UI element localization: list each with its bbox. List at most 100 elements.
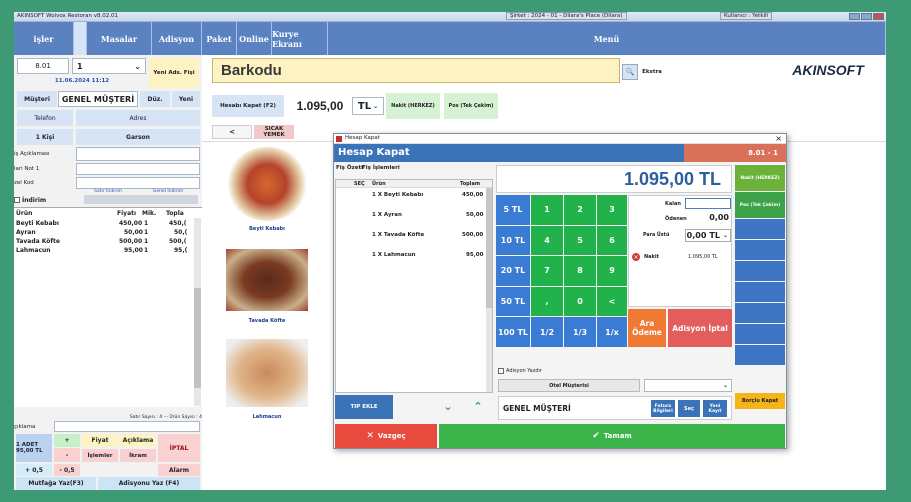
iptal-button[interactable]: İPTAL: [158, 434, 200, 462]
key-comma[interactable]: ,: [531, 286, 563, 317]
key-5tl[interactable]: 5 TL: [496, 195, 530, 225]
islemler-button[interactable]: İşlemler: [82, 449, 118, 462]
dialog-window-title: Hesap Kapat: [345, 135, 380, 141]
waiter-button[interactable]: Garson: [76, 129, 200, 145]
key-6[interactable]: 6: [597, 225, 627, 256]
close-window-button[interactable]: [873, 13, 884, 20]
side-slot[interactable]: [735, 219, 785, 239]
minimize-button[interactable]: [849, 13, 860, 20]
row-price: 500,00: [119, 238, 143, 245]
price-button[interactable]: Fiyat: [82, 434, 118, 447]
key-third[interactable]: 1/3: [564, 317, 596, 347]
key-backspace[interactable]: <: [597, 286, 627, 317]
menu-main[interactable]: Menü: [328, 22, 886, 55]
person-count[interactable]: 1 Kişi: [17, 129, 73, 145]
pos-button[interactable]: Pos (Tek Çekim): [444, 93, 498, 119]
edit-customer-button[interactable]: Düz.: [140, 91, 170, 107]
tamam-button[interactable]: ✔ Tamam: [439, 424, 785, 448]
plus-button[interactable]: +: [54, 434, 80, 447]
side-pos-button[interactable]: Pos (Tek Çekim): [735, 192, 785, 218]
key-20tl[interactable]: 20 TL: [496, 256, 530, 286]
key-2[interactable]: 2: [564, 195, 596, 225]
borclu-kapat-button[interactable]: Borçlu Kapat: [735, 393, 785, 409]
minus-button[interactable]: -: [54, 448, 80, 462]
customer-field[interactable]: GENEL MÜŞTERİ: [58, 91, 138, 107]
side-nakit-button[interactable]: Nakit (HERKEZ): [735, 165, 785, 191]
otel-select[interactable]: ⌄: [644, 379, 732, 392]
key-5[interactable]: 5: [564, 225, 596, 256]
ikram-button[interactable]: İkram: [120, 449, 156, 462]
key-3[interactable]: 3: [597, 195, 627, 225]
yeni-kayit-button[interactable]: Yeni Kayıt: [703, 400, 727, 417]
key-0[interactable]: 0: [564, 286, 596, 317]
currency-select[interactable]: TL ⌄: [352, 97, 384, 115]
minus-half-button[interactable]: - 0,5: [54, 464, 80, 476]
para-ustu-field[interactable]: 0,00 TL ⌄: [685, 229, 731, 242]
key-50tl[interactable]: 50 TL: [496, 286, 530, 317]
key-100tl[interactable]: 100 TL: [496, 317, 530, 347]
barcode-field[interactable]: Barkodu: [212, 58, 620, 83]
aciklama-button[interactable]: Açıklama: [120, 434, 156, 447]
new-receipt-button[interactable]: Yeni Ads. Fişi: [149, 58, 199, 88]
tab-fis-islemleri[interactable]: Fiş İşlemleri: [362, 165, 400, 171]
key-9[interactable]: 9: [597, 256, 627, 286]
grid-scrollbar[interactable]: [486, 188, 492, 392]
kalan-input[interactable]: [685, 198, 731, 209]
key-10tl[interactable]: 10 TL: [496, 225, 530, 256]
side-slot[interactable]: [735, 240, 785, 260]
hesabi-kapat-button[interactable]: Hesabı Kapat (F2): [212, 95, 284, 117]
sec-button[interactable]: Seç: [678, 400, 700, 417]
discount-checkbox[interactable]: İndirim: [14, 194, 80, 206]
back-button[interactable]: <: [212, 125, 252, 139]
alarm-button[interactable]: Alarm: [158, 464, 200, 476]
payment-row[interactable]: × Nakit 1.095,00 TL: [632, 250, 730, 264]
menu-kurye[interactable]: Kurye Ekranı: [272, 22, 328, 55]
key-1[interactable]: 1: [531, 195, 563, 225]
arrow-up-icon[interactable]: ⌃: [468, 398, 488, 414]
arrow-down-icon[interactable]: ⌄: [438, 398, 458, 414]
new-customer-button[interactable]: Yeni: [172, 91, 200, 107]
tab-fis-ozeti[interactable]: Fiş Özeti: [336, 165, 363, 171]
table-number: 8.01: [17, 58, 69, 74]
adisyon-iptal-button[interactable]: Adisyon İptal: [668, 309, 732, 347]
category-sicak-yemek[interactable]: SICAK YEMEK: [254, 125, 294, 139]
search-icon[interactable]: 🔍: [622, 64, 638, 80]
adisyon-yazdir-checkbox[interactable]: Adisyon Yazdır: [498, 368, 542, 374]
scroll-thumb[interactable]: [486, 188, 492, 308]
note-input[interactable]: [76, 163, 200, 175]
adisyonu-yaz-button[interactable]: Adisyonu Yaz (F4): [98, 477, 200, 490]
menu-masalar[interactable]: Masalar: [87, 22, 152, 55]
qty-select[interactable]: 1 ⌄: [72, 58, 146, 74]
key-8[interactable]: 8: [564, 256, 596, 286]
aciklama-input[interactable]: [54, 421, 200, 432]
discount-fields[interactable]: [84, 195, 198, 204]
key-4[interactable]: 4: [531, 225, 563, 256]
menu-adisyon[interactable]: Adisyon: [152, 22, 202, 55]
key-half[interactable]: 1/2: [531, 317, 563, 347]
otel-musterisi-button[interactable]: Otel Müşterisi: [498, 379, 640, 392]
nakit-button[interactable]: Nakit (HERKEZ): [386, 93, 440, 119]
key-1x[interactable]: 1/x: [597, 317, 627, 347]
plus-half-button[interactable]: + 0,5: [16, 464, 52, 476]
close-icon[interactable]: ×: [775, 134, 782, 143]
side-slot[interactable]: [735, 282, 785, 302]
scroll-thumb[interactable]: [194, 288, 201, 388]
ekstra-button[interactable]: Ekstra: [640, 64, 664, 80]
side-slot[interactable]: [735, 324, 785, 344]
ara-odeme-button[interactable]: Ara Ödeme: [628, 309, 666, 347]
mutfaga-yaz-button[interactable]: Mutfağa Yaz(F3): [16, 477, 96, 490]
menu-isler[interactable]: işler: [14, 22, 74, 55]
maximize-button[interactable]: [861, 13, 872, 20]
vazgec-button[interactable]: ✕ Vazgeç: [335, 424, 437, 448]
menu-online[interactable]: Online: [237, 22, 272, 55]
side-slot[interactable]: [735, 261, 785, 281]
fatura-bilgileri-button[interactable]: Fatura Bilgileri: [651, 400, 675, 417]
menu-paket[interactable]: Paket: [202, 22, 237, 55]
grid-scrollbar[interactable]: [194, 218, 201, 406]
remove-payment-icon[interactable]: ×: [632, 253, 640, 261]
side-slot[interactable]: [735, 345, 785, 365]
tip-ekle-button[interactable]: TIP EKLE: [335, 395, 393, 419]
side-slot[interactable]: [735, 303, 785, 323]
desc-input[interactable]: [76, 147, 200, 161]
key-7[interactable]: 7: [531, 256, 563, 286]
